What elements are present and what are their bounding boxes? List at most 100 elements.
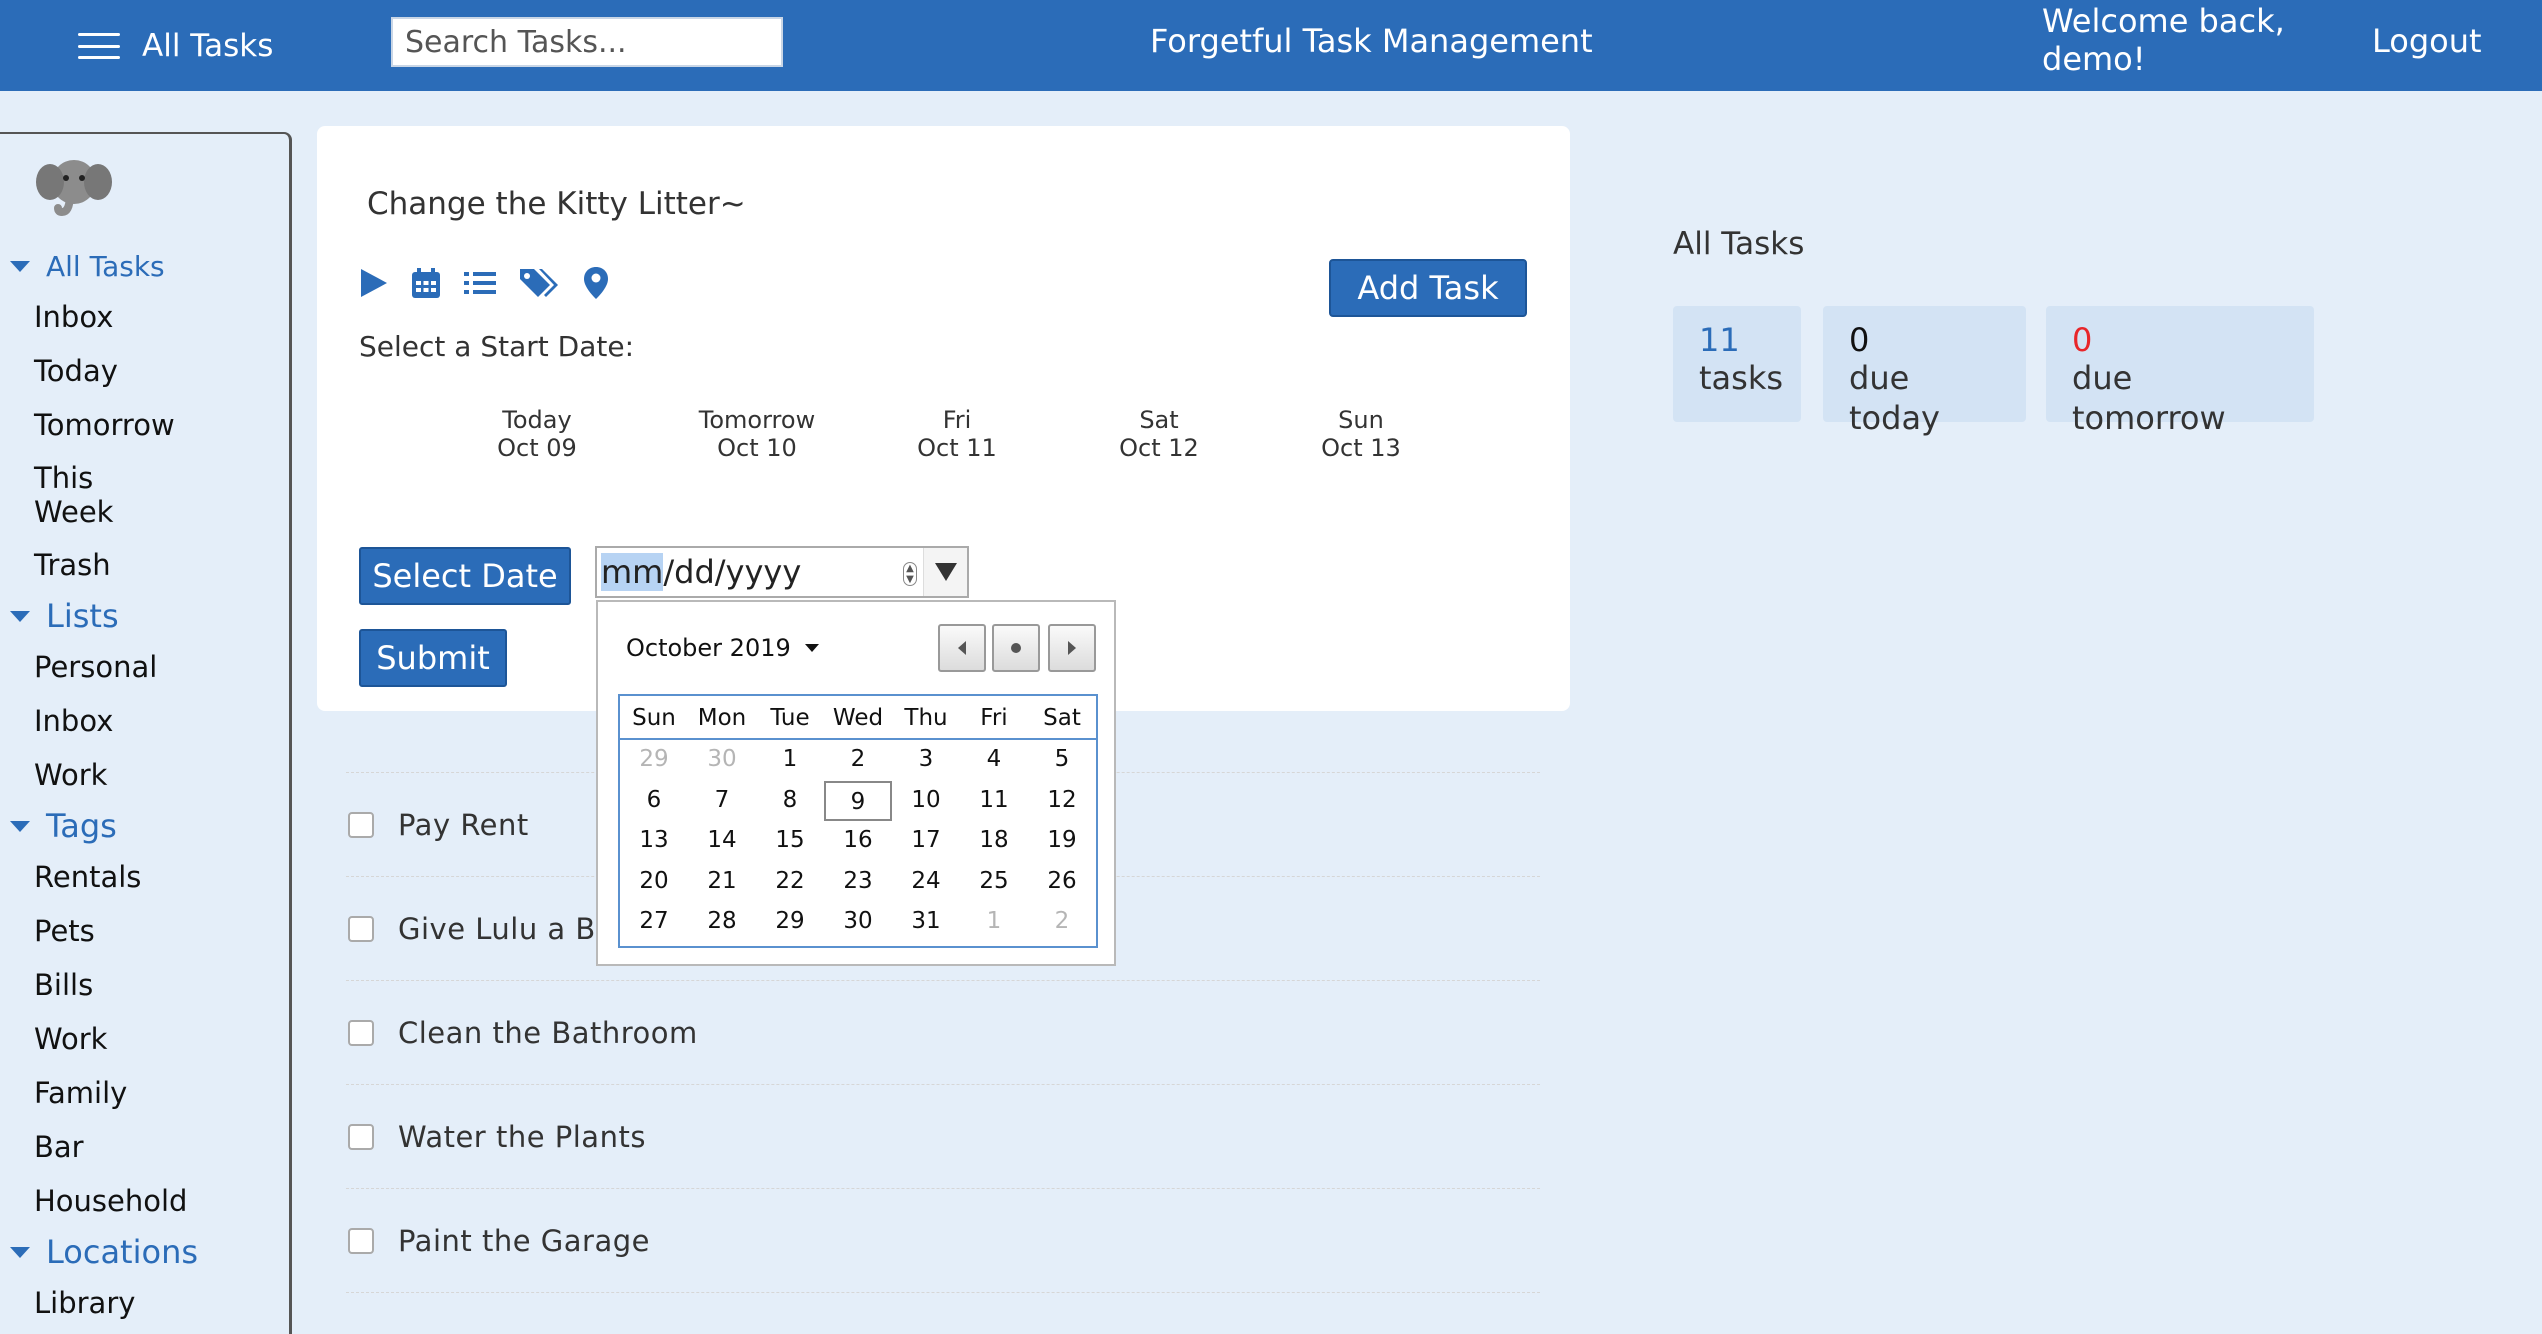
calendar-day[interactable]: 2 [824, 740, 892, 781]
welcome-message: Welcome back, demo! [2042, 2, 2285, 78]
date-input[interactable]: mm /dd/yyyy ▲ ▼ [595, 546, 969, 598]
quick-date-sat[interactable]: Sat Oct 12 [1099, 406, 1219, 462]
calendar-day[interactable]: 10 [892, 781, 960, 822]
prev-month-button[interactable] [938, 624, 986, 672]
sidebar-item-family[interactable]: Family [0, 1066, 290, 1120]
sidebar-item-pets[interactable]: Pets [0, 904, 290, 958]
calendar-day[interactable]: 22 [756, 862, 824, 903]
sidebar-item-household[interactable]: Household [0, 1174, 290, 1228]
calendar-day[interactable]: 5 [1028, 740, 1096, 781]
quick-date-tomorrow[interactable]: Tomorrow Oct 10 [677, 406, 837, 462]
calendar-day[interactable]: 18 [960, 821, 1028, 862]
date-rest-segment[interactable]: /dd/yyyy [663, 553, 801, 591]
sidebar-item-trash[interactable]: Trash [0, 538, 290, 592]
calendar-day[interactable]: 17 [892, 821, 960, 862]
sidebar-section-all-tasks[interactable]: All Tasks [0, 242, 290, 290]
calendar-day[interactable]: 28 [688, 902, 756, 943]
sidebar-item-inbox[interactable]: Inbox [0, 290, 290, 344]
sidebar-item-today[interactable]: Today [0, 344, 290, 398]
date-month-segment[interactable]: mm [601, 553, 664, 591]
logout-link[interactable]: Logout [2372, 22, 2482, 60]
weekday-label: Sun [632, 705, 676, 731]
sidebar-item-bills[interactable]: Bills [0, 958, 290, 1012]
sidebar-item-list-inbox[interactable]: Inbox [0, 694, 290, 748]
sidebar-item-tag-work[interactable]: Work [0, 1012, 290, 1066]
calendar-day[interactable]: 30 [688, 740, 756, 781]
task-row[interactable]: Paint the Garage [346, 1188, 1540, 1292]
calendar-day[interactable]: 7 [688, 781, 756, 822]
date-spinner-icon[interactable]: ▲ ▼ [903, 562, 917, 586]
calendar-day[interactable]: 12 [1028, 781, 1096, 822]
calendar-day[interactable]: 14 [688, 821, 756, 862]
sidebar-item-bar[interactable]: Bar [0, 1120, 290, 1174]
add-task-button[interactable]: Add Task [1329, 259, 1527, 317]
today-button[interactable] [992, 624, 1040, 672]
sidebar-item-personal[interactable]: Personal [0, 640, 290, 694]
task-name[interactable]: Give Lulu a Ba [398, 912, 614, 946]
sidebar-section-lists[interactable]: Lists [0, 592, 290, 640]
sidebar-item-rentals[interactable]: Rentals [0, 850, 290, 904]
next-month-button[interactable] [1048, 624, 1096, 672]
task-checkbox[interactable] [348, 811, 374, 838]
calendar-day[interactable]: 24 [892, 862, 960, 903]
calendar-day[interactable]: 20 [620, 862, 688, 903]
calendar-day[interactable]: 27 [620, 902, 688, 943]
task-checkbox[interactable] [348, 1019, 374, 1046]
calendar-day[interactable]: 31 [892, 902, 960, 943]
task-row[interactable]: Clean the Bathroom [346, 980, 1540, 1084]
calendar-day-today[interactable]: 9 [824, 780, 892, 821]
task-title[interactable]: Change the Kitty Litter~ [367, 186, 746, 222]
task-checkbox[interactable] [348, 1123, 374, 1150]
list-icon[interactable] [463, 267, 497, 299]
calendar-day[interactable]: 1 [756, 740, 824, 781]
calendar-day[interactable]: 16 [824, 821, 892, 862]
sidebar-section-locations[interactable]: Locations [0, 1228, 290, 1276]
calendar-day[interactable]: 11 [960, 781, 1028, 822]
select-date-button[interactable]: Select Date [359, 547, 571, 605]
calendar-day[interactable]: 19 [1028, 821, 1096, 862]
sidebar-section-tags[interactable]: Tags [0, 802, 290, 850]
calendar-day[interactable]: 13 [620, 821, 688, 862]
calendar-day[interactable]: 23 [824, 862, 892, 903]
all-tasks-menu-button[interactable]: All Tasks [78, 28, 273, 64]
tags-icon[interactable] [519, 266, 561, 300]
search-input[interactable] [391, 17, 783, 67]
hamburger-icon[interactable] [78, 33, 120, 59]
sidebar-item-this-week[interactable]: This Week [0, 452, 180, 538]
quick-date-fri[interactable]: Fri Oct 11 [897, 406, 1017, 462]
calendar-day[interactable]: 30 [824, 902, 892, 943]
task-name[interactable]: Pay Rent [398, 808, 529, 842]
calendar-day[interactable]: 1 [960, 902, 1028, 943]
play-icon[interactable] [359, 267, 389, 299]
sidebar-item-tomorrow[interactable]: Tomorrow [0, 398, 290, 452]
task-checkbox[interactable] [348, 1227, 374, 1254]
task-name[interactable]: Water the Plants [398, 1120, 646, 1154]
task-row[interactable] [346, 1292, 1540, 1334]
calendar-day[interactable]: 29 [620, 740, 688, 781]
calendar-day[interactable]: 3 [892, 740, 960, 781]
dropdown-arrow-icon[interactable] [923, 548, 967, 596]
calendar-day[interactable]: 15 [756, 821, 824, 862]
month-year-selector[interactable]: October 2019 [626, 634, 819, 662]
calendar-day[interactable]: 25 [960, 862, 1028, 903]
calendar-day[interactable]: 26 [1028, 862, 1096, 903]
quick-date-sun[interactable]: Sun Oct 13 [1301, 406, 1421, 462]
calendar-day[interactable]: 8 [756, 781, 824, 822]
task-row[interactable]: Water the Plants [346, 1084, 1540, 1188]
calendar-day[interactable]: 6 [620, 781, 688, 822]
calendar-day[interactable]: 4 [960, 740, 1028, 781]
task-name[interactable]: Paint the Garage [398, 1224, 650, 1258]
top-navbar: All Tasks Forgetful Task Management Welc… [0, 0, 2542, 91]
sidebar-item-list-work[interactable]: Work [0, 748, 290, 802]
calendar-icon[interactable] [411, 267, 441, 299]
submit-button[interactable]: Submit [359, 629, 507, 687]
calendar-day[interactable]: 21 [688, 862, 756, 903]
task-checkbox[interactable] [348, 915, 374, 942]
quick-date-today[interactable]: Today Oct 09 [477, 406, 597, 462]
location-pin-icon[interactable] [583, 266, 609, 300]
calendar-day[interactable]: 29 [756, 902, 824, 943]
calendar-grid: Sun Mon Tue Wed Thu Fri Sat 29 30 1 2 3 … [618, 694, 1098, 948]
calendar-day[interactable]: 2 [1028, 902, 1096, 943]
task-name[interactable]: Clean the Bathroom [398, 1016, 698, 1050]
sidebar-item-library[interactable]: Library [0, 1276, 290, 1330]
